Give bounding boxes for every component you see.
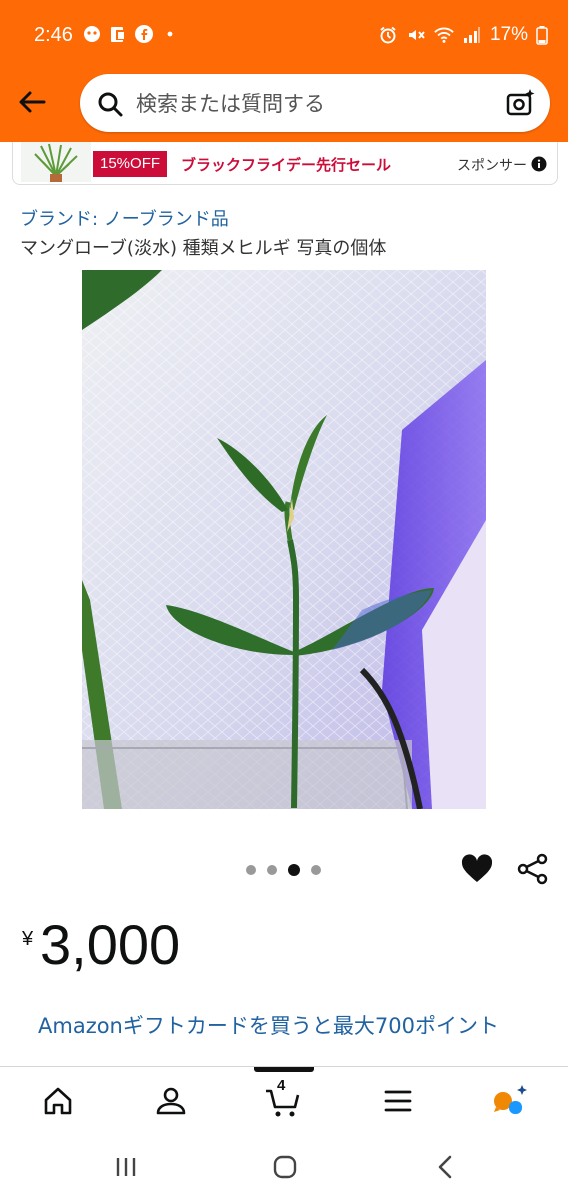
sponsor-label: スポンサー (457, 158, 527, 174)
price-amount: 3,000 (40, 913, 181, 976)
cart-icon[interactable]: 4 (264, 1077, 304, 1121)
rufus-assistant-icon[interactable] (490, 1081, 530, 1121)
clipboard-notification-icon (108, 24, 128, 44)
back-arrow-icon[interactable] (14, 84, 50, 120)
status-bar: 2:46 17% (0, 0, 568, 72)
gift-card-promo-link[interactable]: Amazonギフトカードを買うと最大700ポイント (38, 1010, 538, 1042)
sponsored-product-thumbnail[interactable] (21, 142, 91, 182)
share-icon[interactable] (516, 852, 550, 886)
cart-count: 4 (277, 1077, 286, 1094)
pagination-dot[interactable] (267, 865, 277, 875)
system-navigation-bar (0, 1134, 568, 1199)
status-time: 2:46 (34, 24, 73, 46)
discount-badge: 15%OFF (93, 151, 168, 177)
heart-icon[interactable] (460, 852, 494, 886)
home-button-icon[interactable] (269, 1152, 301, 1182)
camera-search-icon[interactable] (506, 88, 536, 118)
brand-link[interactable]: ブランド: ノーブランド品 (20, 205, 229, 231)
currency-symbol: ¥ (22, 928, 34, 950)
account-icon[interactable] (151, 1081, 191, 1121)
system-back-icon[interactable] (430, 1152, 462, 1182)
pagination-dot[interactable] (311, 865, 321, 875)
search-icon (96, 90, 124, 118)
deal-text: ブラックフライデー先行セール (181, 156, 392, 174)
battery-icon (536, 25, 548, 45)
bottom-navigation: 4 (0, 1066, 568, 1135)
app-header: 2:46 17% 検索または質問する (0, 0, 568, 142)
info-icon[interactable] (531, 156, 547, 172)
system-status-icons: 17% (378, 24, 548, 46)
battery-percent: 17% (489, 24, 528, 45)
pagination-dot-active[interactable] (288, 864, 300, 876)
product-image[interactable] (82, 270, 486, 809)
signal-icon (462, 25, 482, 45)
wifi-icon (434, 25, 454, 45)
active-tab-indicator (254, 1067, 314, 1072)
search-input[interactable] (134, 84, 488, 124)
search-bar[interactable] (80, 74, 550, 132)
menu-icon[interactable] (378, 1081, 418, 1121)
more-notifications-icon (160, 24, 180, 44)
notification-icons (82, 24, 180, 44)
sponsored-banner[interactable]: 15%OFF ブラックフライデー先行セール スポンサー (12, 142, 558, 185)
game-notification-icon (82, 24, 102, 44)
alarm-icon (378, 25, 398, 45)
product-title: マングローブ(淡水) 種類メヒルギ 写真の個体 (20, 238, 387, 259)
pagination-dot[interactable] (246, 865, 256, 875)
home-icon[interactable] (38, 1081, 78, 1121)
facebook-icon (134, 24, 154, 44)
recent-apps-icon[interactable] (110, 1152, 142, 1182)
mute-icon (406, 25, 426, 45)
image-pagination (246, 864, 321, 876)
